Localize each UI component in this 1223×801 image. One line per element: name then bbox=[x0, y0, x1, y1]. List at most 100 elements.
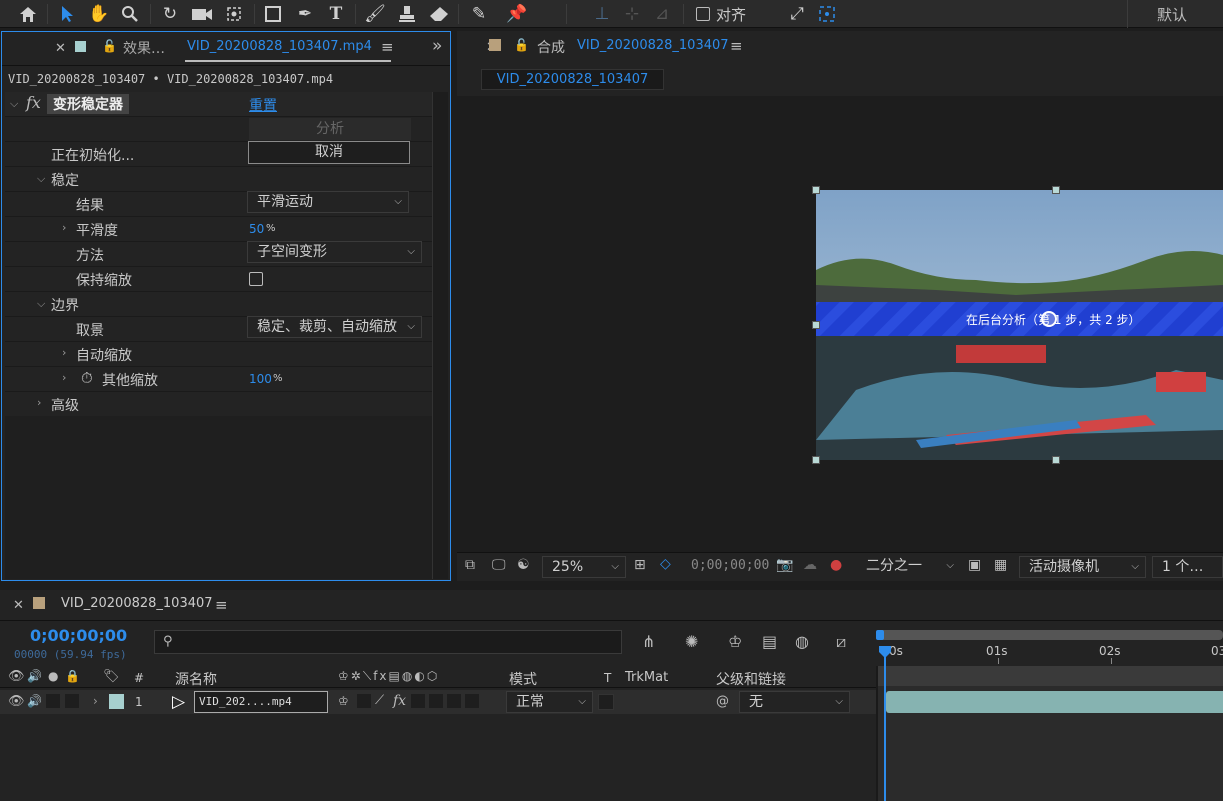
close-icon[interactable]: ✕ bbox=[55, 41, 66, 56]
current-time[interactable]: 0;00;00;00 bbox=[30, 626, 127, 645]
switch[interactable] bbox=[447, 694, 461, 708]
lock-icon[interactable]: 🔓 bbox=[514, 38, 529, 52]
region-of-interest-icon[interactable]: ▣ bbox=[968, 557, 981, 573]
comp-subtab[interactable]: VID_20200828_103407 bbox=[481, 69, 664, 90]
pen-tool-icon[interactable]: ✒ bbox=[293, 2, 317, 26]
views-dropdown[interactable]: 1 个… bbox=[1152, 556, 1223, 578]
parent-dropdown[interactable]: 无 ⌵ bbox=[739, 691, 850, 713]
solo-toggle[interactable] bbox=[46, 694, 60, 708]
motion-blur-icon[interactable]: ◍ bbox=[795, 632, 809, 651]
quality-switch-icon[interactable]: ⟋ bbox=[375, 693, 384, 708]
search-input[interactable]: ⚲ bbox=[154, 630, 622, 654]
panel-menu-icon[interactable]: ≡ bbox=[730, 37, 743, 55]
column-source-name[interactable]: 源名称 bbox=[175, 669, 217, 689]
result-dropdown[interactable]: 平滑运动 ⌵ bbox=[247, 191, 409, 213]
eye-icon[interactable]: 👁 bbox=[8, 669, 25, 684]
anchor-point-icon[interactable] bbox=[1041, 311, 1057, 327]
switch[interactable] bbox=[411, 694, 425, 708]
lock-icon[interactable]: 🔒 bbox=[65, 669, 80, 683]
handle[interactable] bbox=[812, 456, 820, 464]
mask-visibility-icon[interactable]: ◇ bbox=[660, 556, 671, 572]
shy-switch-icon[interactable]: ♔ bbox=[338, 694, 349, 708]
lock-toggle[interactable] bbox=[65, 694, 79, 708]
pick-whip-icon[interactable]: @ bbox=[716, 694, 729, 709]
handle[interactable] bbox=[812, 186, 820, 194]
transparency-grid-icon[interactable]: ▦ bbox=[994, 557, 1007, 573]
draft-3d-icon[interactable]: ✺ bbox=[685, 632, 698, 651]
tab-effects[interactable]: 效果… bbox=[123, 38, 165, 58]
playhead[interactable] bbox=[884, 646, 886, 801]
method-dropdown[interactable]: 子空间变形 ⌵ bbox=[247, 241, 422, 263]
comp-tab-name[interactable]: VID_20200828_103407 bbox=[577, 38, 729, 53]
chevron-right-icon[interactable]: › bbox=[62, 371, 66, 384]
eraser-tool-icon[interactable] bbox=[427, 2, 451, 26]
rectangle-tool-icon[interactable] bbox=[261, 2, 285, 26]
panel-menu-icon[interactable]: ≡ bbox=[215, 596, 228, 614]
rotate-tool-icon[interactable]: ↻ bbox=[158, 2, 182, 26]
chevron-right-icon[interactable]: › bbox=[93, 694, 98, 708]
time-navigator[interactable] bbox=[878, 630, 1223, 640]
frame-blending-icon[interactable]: ▤ bbox=[762, 632, 777, 651]
chevron-right-icon[interactable]: › bbox=[37, 396, 41, 409]
resolution-dropdown[interactable]: 二分之一 ⌵ bbox=[857, 556, 960, 578]
snap-expand-icon[interactable]: ⤢ bbox=[785, 2, 809, 26]
time-ruler[interactable] bbox=[878, 642, 1223, 666]
stopwatch-icon[interactable]: ⏱ bbox=[81, 369, 93, 387]
label-tag-icon[interactable]: 🏷 bbox=[103, 669, 120, 684]
local-axis-icon[interactable]: ⊥ bbox=[590, 2, 614, 26]
type-tool-icon[interactable]: T bbox=[324, 2, 348, 26]
borders-row[interactable]: ⌵ 边界 bbox=[5, 292, 432, 317]
scrollbar[interactable] bbox=[432, 92, 448, 579]
handle[interactable] bbox=[812, 321, 820, 329]
layer-name[interactable]: VID_202....mp4 bbox=[194, 691, 328, 713]
puppet-pin-tool-icon[interactable]: 📌 bbox=[505, 2, 529, 26]
stabilize-row[interactable]: ⌵ 稳定 bbox=[5, 167, 432, 192]
speaker-icon[interactable]: 🔊 bbox=[27, 694, 42, 708]
comp-tab-prefix[interactable]: 合成 bbox=[537, 37, 565, 57]
timeline-tab-name[interactable]: VID_20200828_103407 bbox=[61, 596, 213, 611]
switch[interactable] bbox=[357, 694, 371, 708]
graph-editor-icon[interactable]: ⧄ bbox=[836, 632, 846, 652]
tab-effect-controls[interactable]: VID_20200828_103407.mp4 bbox=[187, 39, 372, 54]
other-scale-value[interactable]: 100 bbox=[249, 372, 272, 386]
video-frame[interactable]: 在后台分析（第 1 步，共 2 步） bbox=[816, 190, 1223, 460]
chevron-right-icon[interactable]: › bbox=[62, 221, 66, 234]
shy-layers-icon[interactable]: ♔ bbox=[728, 632, 742, 651]
framing-dropdown[interactable]: 稳定、裁剪、自动缩放 ⌵ bbox=[247, 316, 422, 338]
channels-icon[interactable]: ● bbox=[830, 557, 842, 573]
hand-tool-icon[interactable]: ✋ bbox=[87, 2, 111, 26]
layer-clip-bar[interactable] bbox=[886, 691, 1223, 713]
reset-link[interactable]: 重置 bbox=[249, 95, 277, 115]
pan-behind-tool-icon[interactable] bbox=[222, 2, 246, 26]
keep-scale-checkbox[interactable] bbox=[249, 272, 263, 286]
solo-icon[interactable]: ● bbox=[48, 669, 58, 683]
close-icon[interactable]: ✕ bbox=[13, 598, 24, 613]
advanced-row[interactable]: › 高级 bbox=[5, 392, 432, 417]
preserve-transparency-toggle[interactable] bbox=[598, 694, 614, 710]
brush-tool-icon[interactable]: 🖌 bbox=[363, 2, 387, 26]
mask-icon[interactable]: ☯ bbox=[517, 557, 530, 573]
snapping-icon[interactable] bbox=[815, 2, 839, 26]
selection-tool-icon[interactable] bbox=[55, 2, 79, 26]
switch[interactable] bbox=[465, 694, 479, 708]
speaker-icon[interactable]: 🔊 bbox=[27, 669, 42, 683]
workspace-default[interactable]: 默认 bbox=[1157, 4, 1187, 25]
roto-brush-tool-icon[interactable]: ✎ bbox=[467, 2, 491, 26]
always-preview-icon[interactable]: ⧉ bbox=[465, 557, 475, 573]
handle[interactable] bbox=[1052, 456, 1060, 464]
eye-icon[interactable]: 👁 bbox=[8, 694, 25, 709]
layer-label-color[interactable] bbox=[109, 694, 124, 709]
work-area-bar[interactable] bbox=[878, 666, 1223, 686]
show-snapshot-icon[interactable]: ☁ bbox=[803, 557, 817, 573]
analyze-button[interactable]: 分析 bbox=[249, 118, 411, 140]
camera-tool-icon[interactable] bbox=[190, 2, 214, 26]
mode-dropdown[interactable]: 正常 ⌵ bbox=[506, 691, 593, 713]
clone-stamp-tool-icon[interactable] bbox=[395, 2, 419, 26]
chevron-down-icon[interactable]: ⌵ bbox=[37, 297, 45, 311]
snapshot-icon[interactable]: 📷 bbox=[776, 557, 793, 573]
viewer-timecode[interactable]: 0;00;00;00 bbox=[691, 558, 769, 573]
cancel-button[interactable]: 取消 bbox=[248, 141, 410, 164]
composition-flowchart-icon[interactable]: ⋔ bbox=[642, 632, 655, 651]
chevron-double-right-icon[interactable]: » bbox=[432, 36, 442, 56]
effect-name[interactable]: 变形稳定器 bbox=[47, 94, 129, 114]
